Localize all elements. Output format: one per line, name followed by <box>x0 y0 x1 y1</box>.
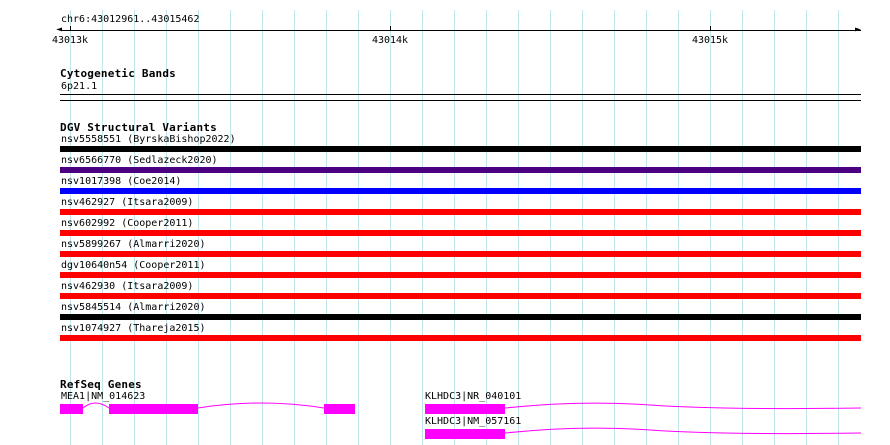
genome-browser: chr6:43012961..43015462 ◄ ► 43013k 43014… <box>0 0 890 445</box>
gene-introns <box>82 402 862 435</box>
mea1-intron-line <box>82 402 110 409</box>
gene-exon[interactable] <box>425 404 505 414</box>
gene-exon[interactable] <box>425 429 505 439</box>
gene-exon[interactable] <box>324 404 355 414</box>
mea1-intron-line <box>197 402 325 409</box>
gene-exon[interactable] <box>109 404 198 414</box>
klhdc3-nr-intron-line <box>504 402 862 410</box>
klhdc3-nm-intron-line <box>504 427 862 435</box>
gene-exon[interactable] <box>60 404 83 414</box>
